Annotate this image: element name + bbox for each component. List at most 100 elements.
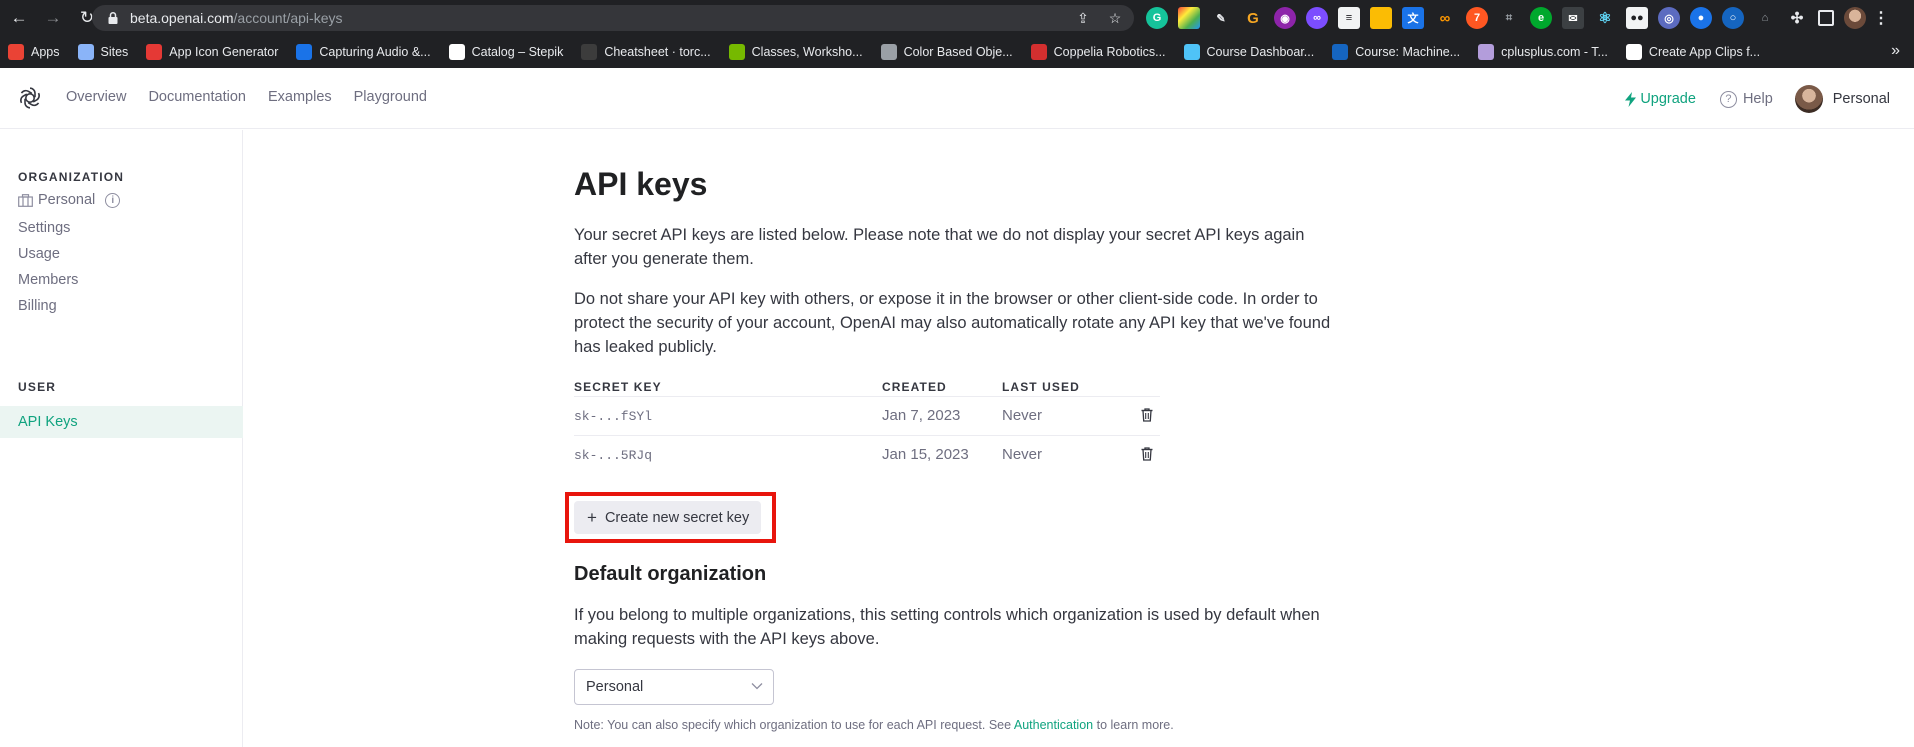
org-name-label: Personal: [38, 192, 96, 208]
bookmark-cheatsheet-torc[interactable]: Cheatsheet · torc...: [581, 44, 711, 60]
bookmark-catalog-stepik[interactable]: Catalog – Stepik: [448, 44, 563, 60]
sidebar-heading-user: USER: [18, 380, 57, 394]
bookmark-label: Apps: [31, 45, 60, 59]
bookmark-label: cplusplus.com - T...: [1501, 45, 1608, 59]
created-cell: Jan 15, 2023: [882, 446, 969, 463]
nav-overview[interactable]: Overview: [66, 89, 126, 105]
default-org-description: If you belong to multiple organizations,…: [574, 606, 1320, 648]
create-new-secret-key-button[interactable]: + Create new secret key: [574, 501, 761, 534]
house-off-extension-icon[interactable]: ⌂: [1754, 7, 1776, 29]
image-extension-icon[interactable]: [1370, 7, 1392, 29]
url-path: /account/api-keys: [233, 10, 343, 26]
back-icon[interactable]: ←: [8, 7, 30, 29]
bookmark-classes-worksho[interactable]: Classes, Worksho...: [728, 44, 863, 60]
sidebar-item-settings[interactable]: Settings: [18, 220, 70, 236]
url-host: beta.openai.com: [130, 10, 234, 26]
infinity-extension-icon[interactable]: ∞: [1434, 7, 1456, 29]
trash-icon[interactable]: [1140, 446, 1154, 462]
table-row: sk-...5RJq Jan 15, 2023 Never: [574, 435, 1160, 474]
help-button[interactable]: ? Help: [1719, 90, 1773, 108]
bubble-extension-icon[interactable]: ◎: [1658, 7, 1680, 29]
mail-extension-icon[interactable]: ✉: [1562, 7, 1584, 29]
intro-paragraph: Your secret API keys are listed below. P…: [574, 226, 1305, 268]
account-menu[interactable]: Personal: [1794, 85, 1890, 113]
bookmark-course-machine[interactable]: Course: Machine...: [1332, 44, 1460, 60]
chevron-down-icon: [751, 683, 763, 690]
bookmark-favicon-icon: [728, 44, 745, 60]
bolt-icon: [1625, 91, 1637, 107]
forward-icon[interactable]: →: [42, 7, 64, 29]
nav-examples[interactable]: Examples: [268, 89, 332, 105]
openai-logo-icon[interactable]: [18, 86, 42, 110]
bookmark-coppelia-robotics[interactable]: Coppelia Robotics...: [1030, 44, 1166, 60]
more-bookmarks-icon[interactable]: »: [1891, 42, 1900, 60]
side-panel-icon[interactable]: [1818, 10, 1834, 26]
bookmark-course-dashboar[interactable]: Course Dashboar...: [1183, 44, 1315, 60]
orange-extension-icon[interactable]: 7: [1466, 7, 1488, 29]
default-org-title: Default organization: [574, 563, 767, 585]
trash-icon[interactable]: [1140, 407, 1154, 423]
bookmark-favicon-icon: [880, 44, 897, 60]
circle-extension-icon[interactable]: ○: [1722, 7, 1744, 29]
secret-key-cell: sk-...fSYl: [574, 409, 653, 424]
grammarly-icon[interactable]: G: [1146, 7, 1168, 29]
eyes-extension-icon[interactable]: ●●: [1626, 7, 1648, 29]
puzzle-icon[interactable]: ✣: [1786, 7, 1808, 29]
bookmark-capturing-audio[interactable]: Capturing Audio &...: [296, 44, 431, 60]
info-icon[interactable]: i: [105, 192, 121, 208]
nav-documentation[interactable]: Documentation: [148, 89, 246, 105]
create-key-label: Create new secret key: [604, 509, 750, 526]
bookmark-apps[interactable]: Apps: [8, 44, 60, 60]
browser-menu-icon[interactable]: ⋮: [1873, 7, 1889, 29]
security-paragraph: Do not share your API key with others, o…: [574, 290, 1331, 356]
bookmark-cplusplus-com-t[interactable]: cplusplus.com - T...: [1478, 44, 1608, 60]
avatar: [1794, 85, 1823, 113]
blue-dot-extension-icon[interactable]: ●: [1690, 7, 1712, 29]
bookmark-label: Create App Clips f...: [1648, 45, 1761, 59]
sidebar-item-billing[interactable]: Billing: [18, 298, 57, 314]
app-header: Overview Documentation Examples Playground …: [0, 68, 1914, 129]
purple-extension-icon[interactable]: ◉: [1274, 7, 1296, 29]
sidebar-item-members[interactable]: Members: [18, 272, 78, 288]
default-org-select[interactable]: Personal: [574, 669, 774, 705]
sidebar-item-api-keys[interactable]: API Keys: [0, 406, 243, 438]
bookmark-favicon-icon: [1478, 44, 1495, 60]
bookmarks-bar: Apps Sites App Icon Generator Capturing Aud…: [0, 36, 1914, 68]
bookmark-star-icon[interactable]: ☆: [1106, 9, 1124, 27]
upgrade-button[interactable]: Upgrade: [1625, 91, 1696, 107]
bookmark-favicon-icon: [448, 44, 465, 60]
share-icon[interactable]: ⇪: [1074, 9, 1092, 27]
violet-extension-icon[interactable]: ∞: [1306, 7, 1328, 29]
bookmark-label: Course Dashboar...: [1206, 45, 1315, 59]
authentication-link[interactable]: Authentication: [1014, 718, 1093, 732]
nav-playground[interactable]: Playground: [354, 89, 427, 105]
sidebar-org-name: Personal i: [18, 192, 121, 208]
bookmark-label: Color Based Obje...: [903, 45, 1013, 59]
extension-color-icon[interactable]: [1178, 7, 1200, 29]
note-prefix: Note: You can also specify which organiz…: [574, 718, 1012, 732]
bookmark-app-icon-generator[interactable]: App Icon Generator: [146, 44, 278, 60]
react-devtools-icon[interactable]: ⚛: [1594, 7, 1616, 29]
g-extension-icon[interactable]: G: [1242, 7, 1264, 29]
last-used-cell: Never: [1002, 407, 1043, 424]
plus-icon: +: [587, 507, 597, 527]
bookmark-create-app-clips-f[interactable]: Create App Clips f...: [1625, 44, 1761, 60]
help-label: Help: [1742, 91, 1773, 107]
translate-extension-icon[interactable]: 文: [1402, 7, 1424, 29]
evernote-icon[interactable]: e: [1530, 7, 1552, 29]
address-bar[interactable]: beta.openai.com/account/api-keys ⇪ ☆: [92, 5, 1134, 31]
bookmark-favicon-icon: [296, 44, 313, 60]
extensions-bar: G ✎ G ◉ ∞ ≡ 文 ∞ 7 ⌗ e ✉ ⚛ ●● ◎ ● ○ ⌂ ✣ ⋮: [1146, 7, 1889, 29]
browser-profile-avatar[interactable]: [1844, 7, 1866, 29]
sidebar-item-label: API Keys: [18, 414, 78, 430]
bookmark-favicon-icon: [1030, 44, 1047, 60]
bookmark-color-based-obje[interactable]: Color Based Obje...: [880, 44, 1013, 60]
crop-extension-icon[interactable]: ⌗: [1498, 7, 1520, 29]
account-label: Personal: [1832, 91, 1890, 107]
notes-extension-icon[interactable]: ≡: [1338, 7, 1360, 29]
bookmark-sites[interactable]: Sites: [77, 44, 128, 60]
bookmark-favicon-icon: [146, 44, 163, 60]
pen-icon[interactable]: ✎: [1210, 7, 1232, 29]
bookmark-label: Course: Machine...: [1355, 45, 1461, 59]
sidebar-item-usage[interactable]: Usage: [18, 246, 60, 262]
